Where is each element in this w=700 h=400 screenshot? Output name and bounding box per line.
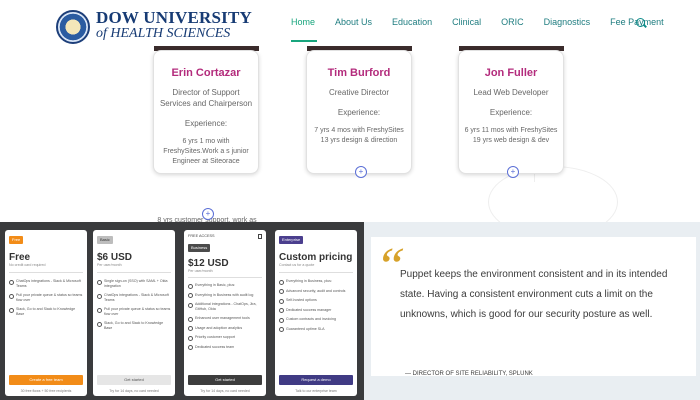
- plan-badge: Business: [188, 244, 211, 252]
- feature-item: Dedicated success manager: [279, 308, 353, 313]
- experience-label: Experience:: [184, 119, 228, 128]
- nav-oric[interactable]: ORIC: [501, 17, 524, 31]
- nav-clinical[interactable]: Clinical: [452, 17, 481, 31]
- plan-price: $12 USD: [188, 258, 229, 269]
- plan-subtitle: No credit card required: [9, 263, 46, 267]
- plus-icon[interactable]: +: [355, 166, 367, 178]
- plan-top-label: FREE ACCESS: [188, 234, 215, 238]
- feature-item: Pull your private queue & status so team…: [97, 307, 171, 316]
- divider: [9, 272, 83, 273]
- document-icon: [258, 234, 262, 239]
- experience-text: 6 yrs 11 mos with FreshySites 19 yrs web…: [464, 127, 558, 144]
- feature-item: Everything in Business, plus:: [279, 279, 353, 284]
- feature-item: Priority customer support: [188, 335, 262, 340]
- plan-price: $6 USD: [97, 252, 133, 263]
- feature-item: Pull your private queue & status so team…: [9, 293, 83, 302]
- feature-list: Everything in Business, plus: Advanced s…: [279, 279, 353, 336]
- feature-item: Everything in Basic, plus:: [188, 283, 262, 288]
- plan-subtitle: Per user/month: [97, 263, 122, 267]
- divider: [188, 277, 262, 278]
- create-free-team-button[interactable]: Create a free team: [9, 375, 83, 385]
- divider: [279, 272, 353, 273]
- experience-text: 7 yrs 4 mos with FreshySites 13 yrs desi…: [314, 127, 404, 144]
- feature-list: Everything in Basic, plus: Everything in…: [188, 283, 262, 354]
- feature-item: Usage and adoption analytics: [188, 326, 262, 331]
- testimonial-author: — DIRECTOR OF SITE RELIABILITY, SPLUNK: [405, 371, 533, 377]
- pricing-card-basic: Basic $6 USD Per user/month Single sign-…: [93, 230, 175, 396]
- feature-list: Single sign-on (SSO) with SAML + Okta in…: [97, 279, 171, 335]
- plan-footnote: Try for 14 days, no card needed: [109, 389, 159, 393]
- speech-bubble-tail: [382, 357, 406, 370]
- feature-item: Everything in Business with audit log: [188, 293, 262, 298]
- nav-diagnostics[interactable]: Diagnostics: [544, 17, 591, 31]
- site-header: DOW UNIVERSITY of HEALTH SCIENCES Home A…: [0, 0, 700, 46]
- team-card-erin-cortazar: Erin Cortazar Director of Support Servic…: [153, 50, 259, 174]
- feature-item: ChatOps integrations - Slack & Microsoft…: [9, 279, 83, 288]
- university-seal-logo[interactable]: [56, 10, 90, 44]
- feature-item: Additional integrations - ChatOps, Jira,…: [188, 302, 262, 311]
- main-navigation: Home About Us Education Clinical ORIC Di…: [291, 17, 664, 31]
- member-role: Lead Web Developer: [473, 88, 549, 97]
- feature-list: ChatOps integrations - Slack & Microsoft…: [9, 279, 83, 321]
- nav-home[interactable]: Home: [291, 17, 315, 31]
- nav-about-us[interactable]: About Us: [335, 17, 372, 31]
- member-role: Creative Director: [328, 88, 389, 97]
- plan-subtitle: Per user/month: [188, 269, 213, 273]
- plan-badge: Enterprise: [279, 236, 304, 244]
- plus-icon[interactable]: +: [507, 166, 519, 178]
- feature-item: Slack, Go to and Slack to Knowledge Base: [9, 307, 83, 316]
- feature-item: Self-hosted options: [279, 298, 353, 303]
- feature-item: Custom contracts and invoicing: [279, 317, 353, 322]
- nav-education[interactable]: Education: [392, 17, 432, 31]
- member-name: Jon Fuller: [484, 67, 538, 79]
- plan-footnote: Talk to our enterprise team: [295, 389, 337, 393]
- team-section: Erin Cortazar Director of Support Servic…: [0, 46, 700, 244]
- member-name: Erin Cortazar: [171, 67, 241, 79]
- pricing-card-free: Free Free No credit card required ChatOp…: [5, 230, 87, 396]
- request-demo-button[interactable]: Request a demo: [279, 375, 353, 385]
- page: DOW UNIVERSITY of HEALTH SCIENCES Home A…: [0, 0, 700, 400]
- feature-item: Single sign-on (SSO) with SAML + Okta in…: [97, 279, 171, 288]
- plan-badge: Basic: [97, 236, 113, 244]
- feature-item: Enhanced user management tools: [188, 316, 262, 321]
- experience-label: Experience:: [489, 108, 533, 117]
- logo-title: DOW UNIVERSITY: [96, 8, 252, 27]
- feature-item: Advanced security, audit and controls: [279, 289, 353, 294]
- experience-text: 6 yrs 1 mo with FreshySites.Work a s jun…: [163, 138, 249, 165]
- university-name-logo[interactable]: DOW UNIVERSITY of HEALTH SCIENCES: [96, 8, 252, 41]
- testimonial-text: Puppet keeps the environment consistent …: [400, 269, 668, 320]
- team-card-jon-fuller: Jon Fuller Lead Web Developer Experience…: [458, 50, 564, 174]
- get-started-button[interactable]: Get started: [97, 375, 171, 385]
- plan-subtitle: Contact us for a quote: [279, 263, 315, 267]
- pricing-card-business: FREE ACCESS Business $12 USD Per user/mo…: [184, 230, 266, 396]
- divider: [97, 272, 171, 273]
- feature-item: Slack, Go to and Slack to Knowledge Base: [97, 321, 171, 330]
- feature-item: Guaranteed uptime SLA: [279, 327, 353, 332]
- plan-price: Custom pricing: [279, 252, 353, 263]
- search-icon[interactable]: [636, 18, 645, 27]
- plan-price: Free: [9, 252, 31, 263]
- logo-subtitle: of HEALTH SCIENCES: [96, 26, 231, 41]
- plan-badge: Free: [9, 236, 24, 244]
- feature-item: ChatOps integrations - Slack & Microsoft…: [97, 293, 171, 302]
- member-name: Tim Burford: [327, 67, 391, 79]
- plan-footnote: Try for 14 days, no card needed: [200, 389, 250, 393]
- get-started-button[interactable]: Get started: [188, 375, 262, 385]
- team-card-tim-burford: Tim Burford Creative Director Experience…: [306, 50, 412, 174]
- member-role: Director of Support Services and Chairpe…: [159, 88, 253, 108]
- active-nav-underline: [291, 40, 317, 42]
- pricing-section: Free Free No credit card required ChatOp…: [0, 222, 364, 400]
- pricing-card-enterprise: Enterprise Custom pricing Contact us for…: [275, 230, 357, 396]
- feature-item: Dedicated success team: [188, 345, 262, 350]
- plus-icon[interactable]: +: [202, 208, 214, 220]
- experience-label: Experience:: [337, 108, 381, 117]
- plan-footnote: 30 free flows + 50 free recipients: [20, 389, 72, 393]
